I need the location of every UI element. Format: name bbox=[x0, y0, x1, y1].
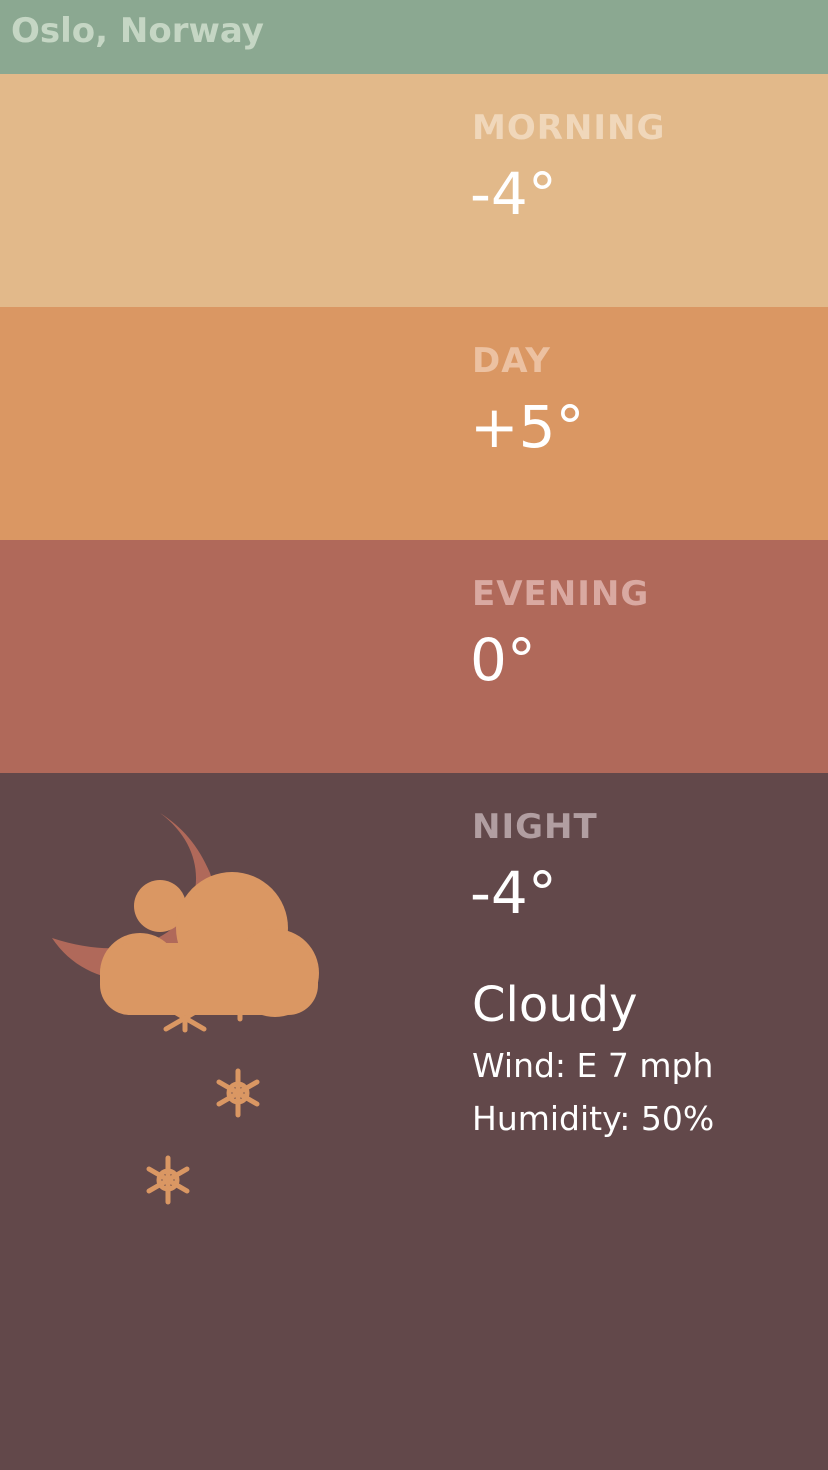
night-panel[interactable]: NIGHT -4° Cloudy Wind: E 7 mph Humidity:… bbox=[0, 773, 828, 1470]
period-label-morning: MORNING bbox=[472, 108, 666, 148]
temperature-night: -4° bbox=[470, 859, 557, 927]
temperature-morning: -4° bbox=[470, 160, 557, 228]
cloud-icon bbox=[100, 872, 319, 1017]
morning-panel[interactable]: MORNING -4° bbox=[0, 74, 828, 307]
location-title: Oslo, Norway bbox=[11, 11, 264, 51]
period-label-day: DAY bbox=[472, 341, 551, 381]
moon-cloud-snow-icon bbox=[52, 813, 319, 1205]
period-label-evening: EVENING bbox=[472, 574, 650, 614]
wind-info: Wind: E 7 mph bbox=[472, 1046, 714, 1085]
weather-app: Oslo, Norway MORNING -4° DAY +5° EVENING… bbox=[0, 0, 828, 1470]
day-panel[interactable]: DAY +5° bbox=[0, 307, 828, 540]
humidity-info: Humidity: 50% bbox=[472, 1099, 715, 1138]
temperature-day: +5° bbox=[470, 393, 585, 461]
header-bar: Oslo, Norway bbox=[0, 0, 828, 74]
snowflake-icon bbox=[216, 1068, 260, 1118]
snowflake-icon bbox=[146, 1155, 190, 1205]
evening-panel[interactable]: EVENING 0° bbox=[0, 540, 828, 773]
temperature-evening: 0° bbox=[470, 626, 536, 694]
condition-label: Cloudy bbox=[472, 977, 638, 1033]
period-label-night: NIGHT bbox=[472, 807, 598, 847]
